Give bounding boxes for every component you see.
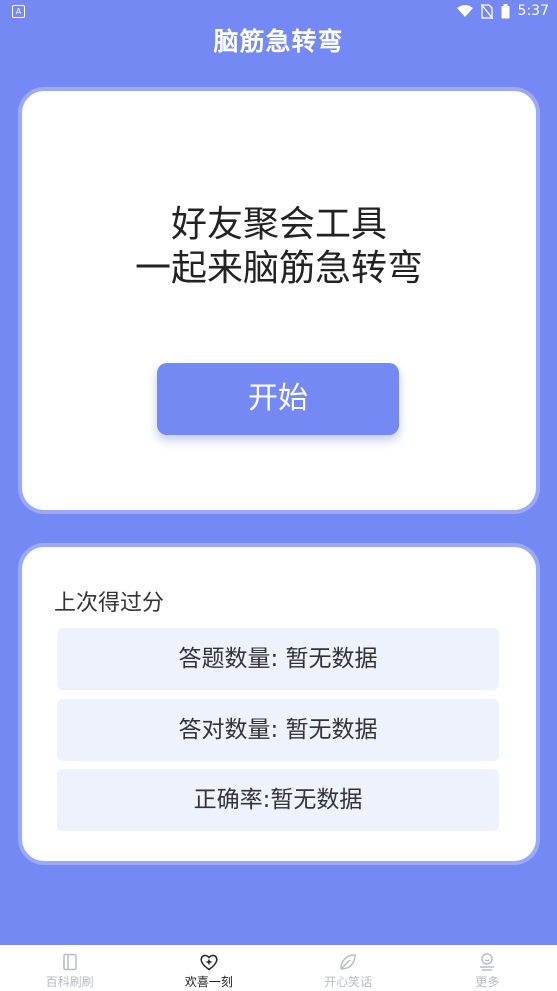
start-button[interactable]: 开始 (157, 363, 399, 435)
leaf-icon (340, 954, 356, 970)
status-time: 5:37 (517, 3, 549, 19)
person-icon (480, 953, 495, 971)
tab-jokes[interactable]: 开心笑话 (279, 945, 418, 991)
tab-more[interactable]: 更多 (418, 945, 557, 991)
bottom-tab-bar: 百科刷刷 欢喜一刻 开心笑话 更多 (0, 945, 557, 991)
score-row-correct: 答对数量: 暂无数据 (57, 699, 499, 761)
tab-happy-moment[interactable]: 欢喜一刻 (139, 945, 278, 991)
intro-card: 好友聚会工具 一起来脑筋急转弯 开始 (22, 91, 536, 510)
headline-line-2: 一起来脑筋急转弯 (134, 248, 423, 289)
score-row-answered: 答题数量: 暂无数据 (57, 628, 499, 690)
headline-line-1: 好友聚会工具 (170, 204, 387, 245)
tab-label: 欢喜一刻 (184, 975, 233, 989)
app-notification-icon: A (12, 5, 25, 18)
score-row-accuracy: 正确率:暂无数据 (57, 769, 499, 831)
tab-encyclopedia[interactable]: 百科刷刷 (0, 945, 139, 991)
no-sim-icon (480, 3, 493, 19)
tab-label: 百科刷刷 (45, 975, 94, 989)
heart-plus-icon (200, 954, 218, 971)
status-bar: A 5:37 (0, 0, 557, 24)
score-card-title: 上次得过分 (54, 591, 165, 616)
tab-label: 开心笑话 (324, 975, 373, 989)
score-card: 上次得过分 答题数量: 暂无数据 答对数量: 暂无数据 正确率:暂无数据 (22, 547, 536, 861)
book-icon (62, 953, 77, 971)
battery-icon (501, 3, 510, 18)
page-title: 脑筋急转弯 (213, 27, 344, 56)
tab-label: 更多 (475, 975, 500, 989)
headline: 好友聚会工具 一起来脑筋急转弯 (22, 203, 536, 291)
wifi-icon (456, 4, 473, 17)
